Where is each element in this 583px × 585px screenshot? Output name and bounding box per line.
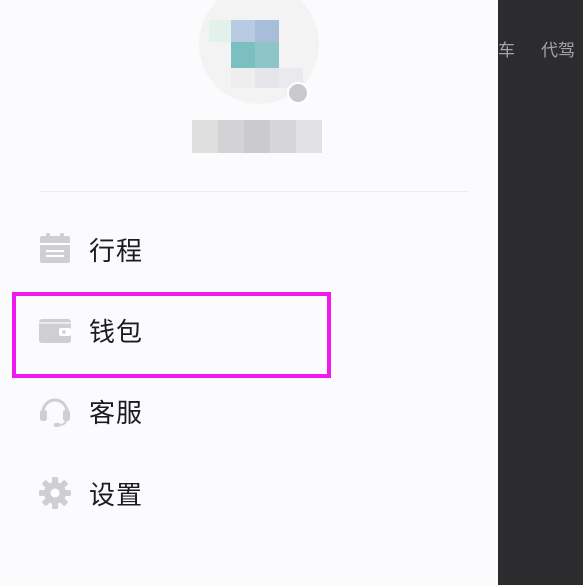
menu-item-wallet[interactable]: 钱包 [0,302,498,358]
menu-item-trip[interactable]: 行程 [0,221,498,277]
headset-icon [37,393,73,429]
menu-item-customer-service[interactable]: 客服 [0,383,498,439]
avatar-badge-icon [287,82,309,104]
background-tab-car[interactable]: 车 [498,41,515,61]
divider [40,191,468,192]
menu-item-label: 钱包 [89,317,144,348]
menu-item-label: 行程 [89,236,144,267]
side-drawer: 行程 钱包 客服 设置 [0,0,498,585]
user-name [192,120,322,153]
wallet-icon [37,312,73,348]
menu-item-label: 设置 [89,480,144,511]
background-map-area[interactable]: 车 代驾 [498,0,583,585]
gear-icon [37,475,73,511]
menu-item-label: 客服 [89,398,144,429]
menu-item-settings[interactable]: 设置 [0,465,498,521]
background-tab-driver[interactable]: 代驾 [541,41,575,61]
calendar-icon [37,231,73,267]
background-tab-bar: 车 代驾 [498,36,583,61]
